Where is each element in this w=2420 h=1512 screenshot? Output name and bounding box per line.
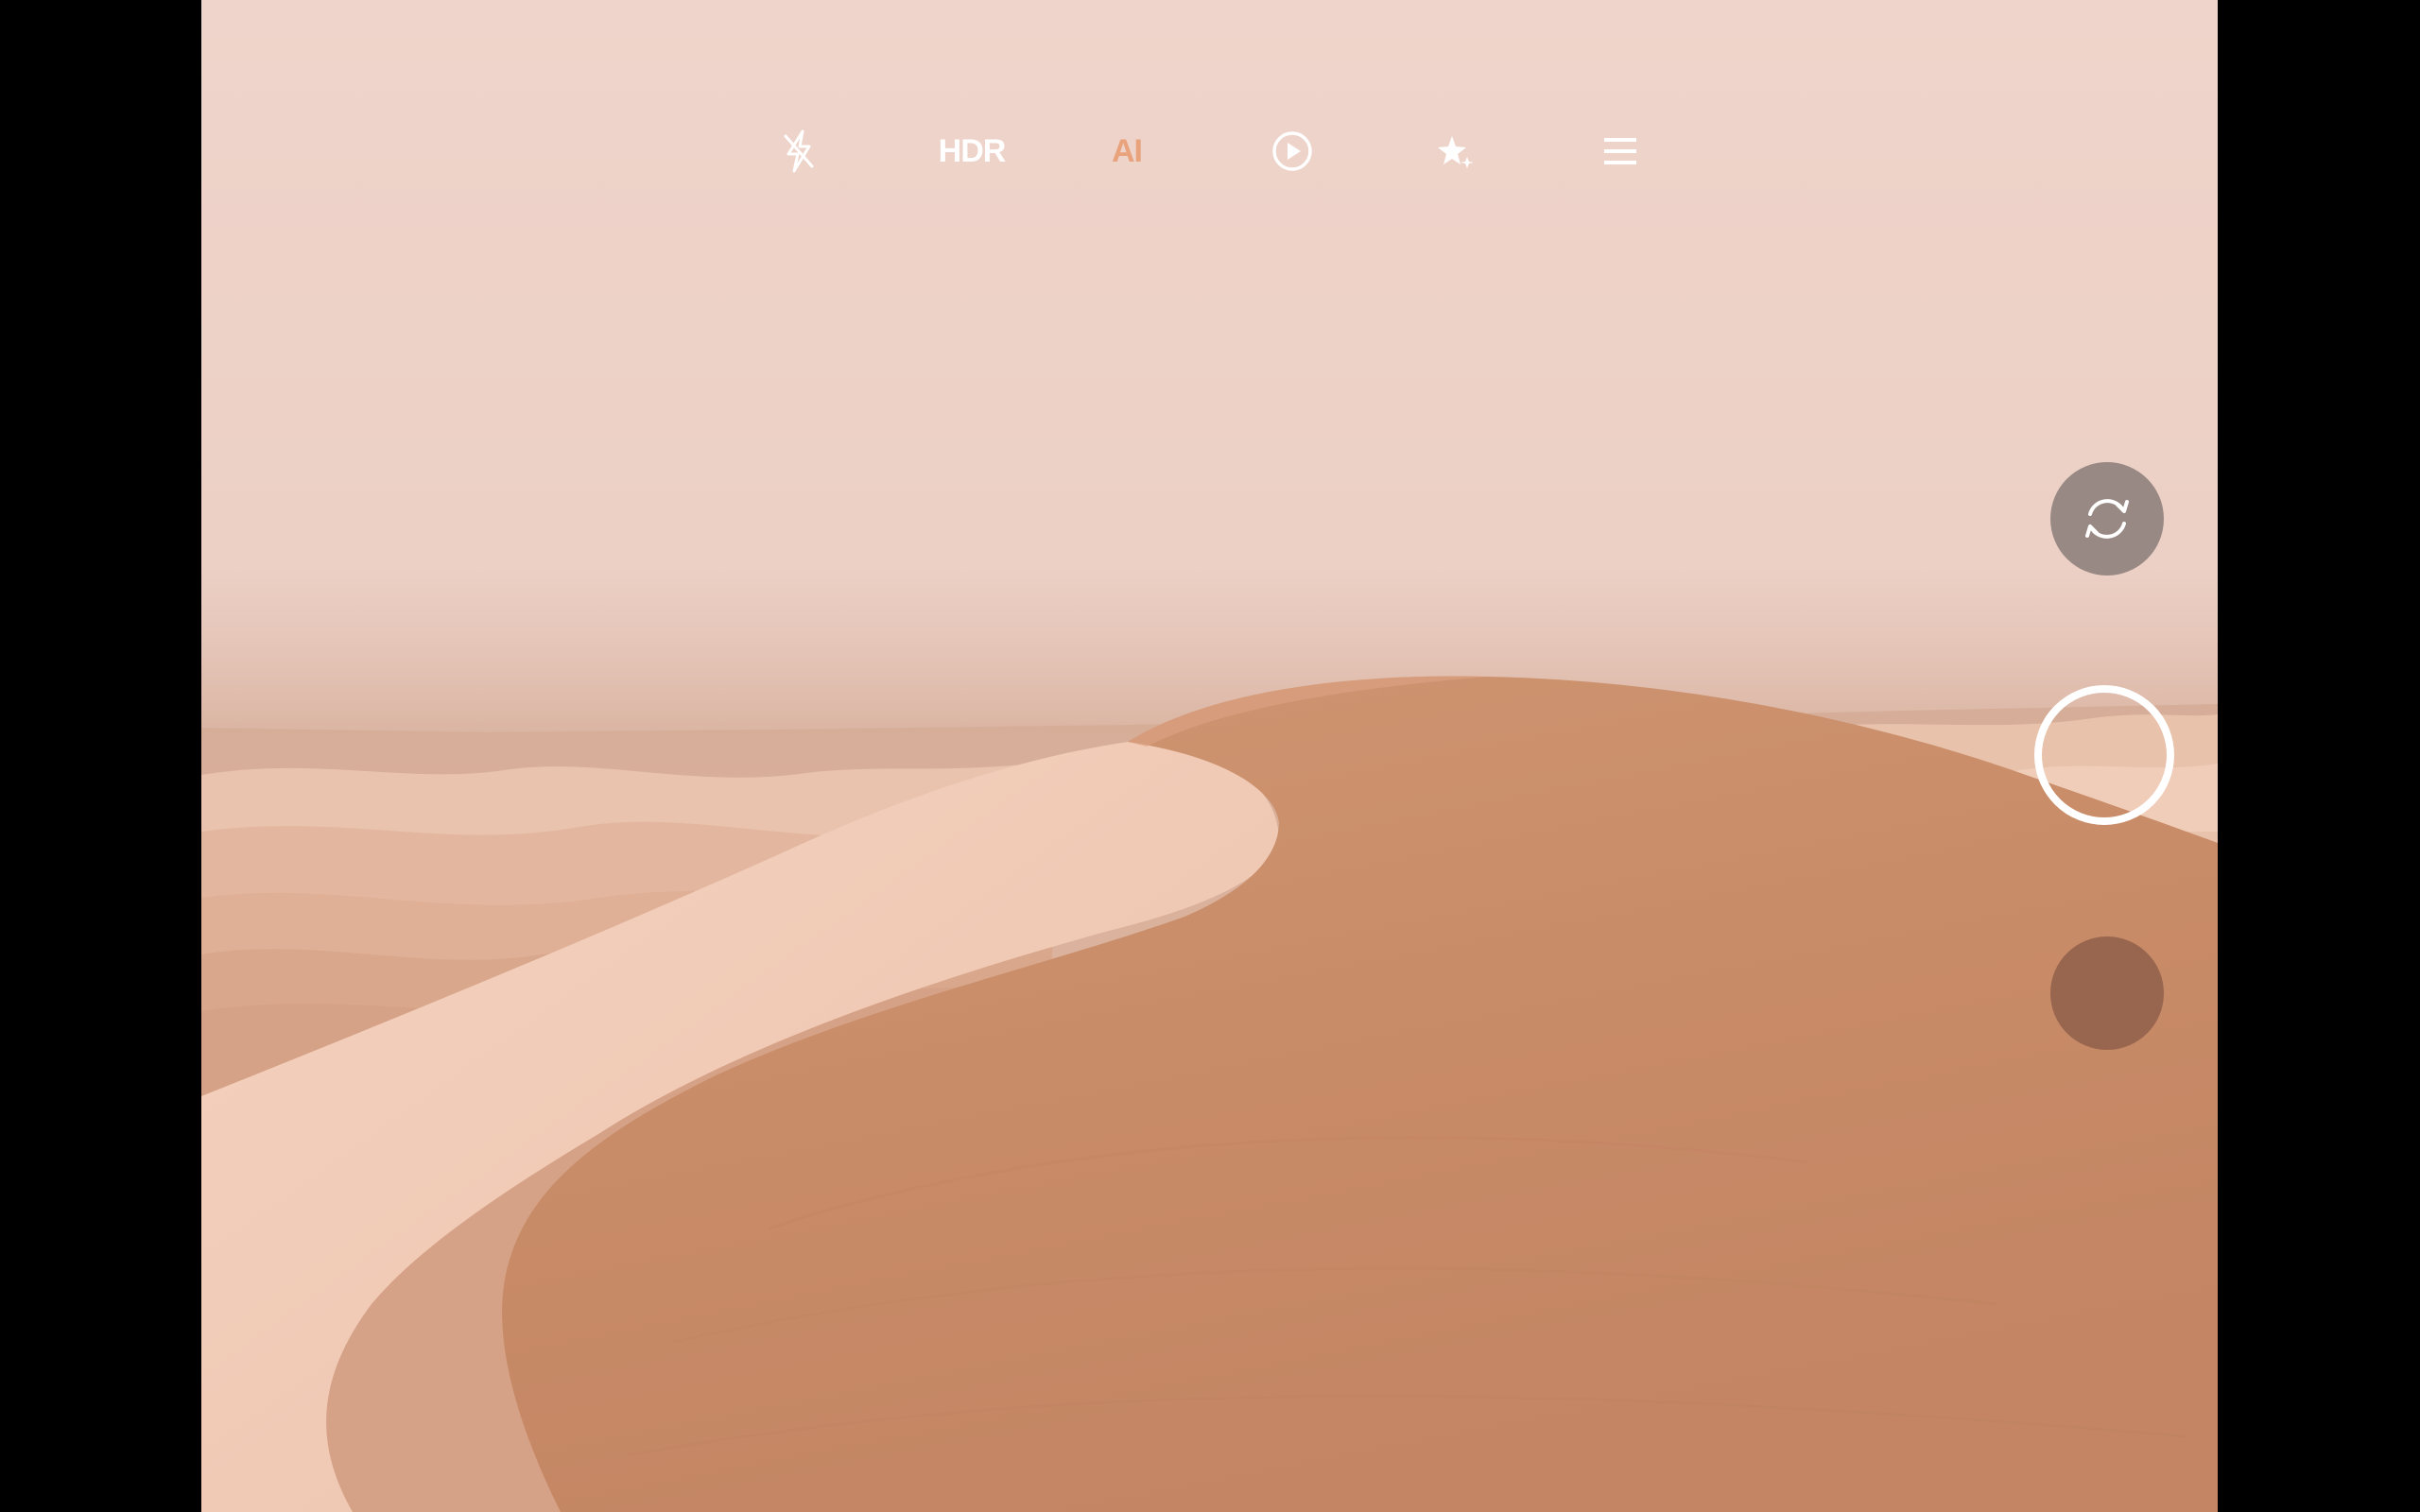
switch-camera-button[interactable] — [2050, 462, 2164, 576]
switch-camera-icon — [2085, 499, 2129, 539]
camera-viewfinder[interactable] — [201, 0, 2218, 1512]
hdr-label: HDR — [938, 132, 1007, 169]
camera-top-toolbar: HDR AI — [201, 113, 2218, 189]
live-photo-icon — [1272, 131, 1312, 171]
hdr-toggle-button[interactable]: HDR — [920, 113, 1024, 189]
flash-off-icon — [784, 129, 814, 173]
ai-label: AI — [1112, 132, 1143, 169]
beauty-sparkle-icon — [1438, 136, 1474, 168]
gallery-thumbnail-button[interactable] — [2050, 936, 2164, 1050]
flash-toggle-button[interactable] — [756, 113, 841, 189]
shutter-button[interactable] — [2034, 685, 2174, 825]
menu-icon — [1604, 138, 1636, 164]
live-photo-button[interactable] — [1250, 113, 1335, 189]
settings-menu-button[interactable] — [1578, 113, 1663, 189]
ai-toggle-button[interactable]: AI — [1084, 113, 1169, 189]
camera-app-screen: HDR AI — [0, 0, 2420, 1512]
desert-dunes-scene — [201, 0, 2218, 1512]
beauty-mode-button[interactable] — [1413, 113, 1498, 189]
